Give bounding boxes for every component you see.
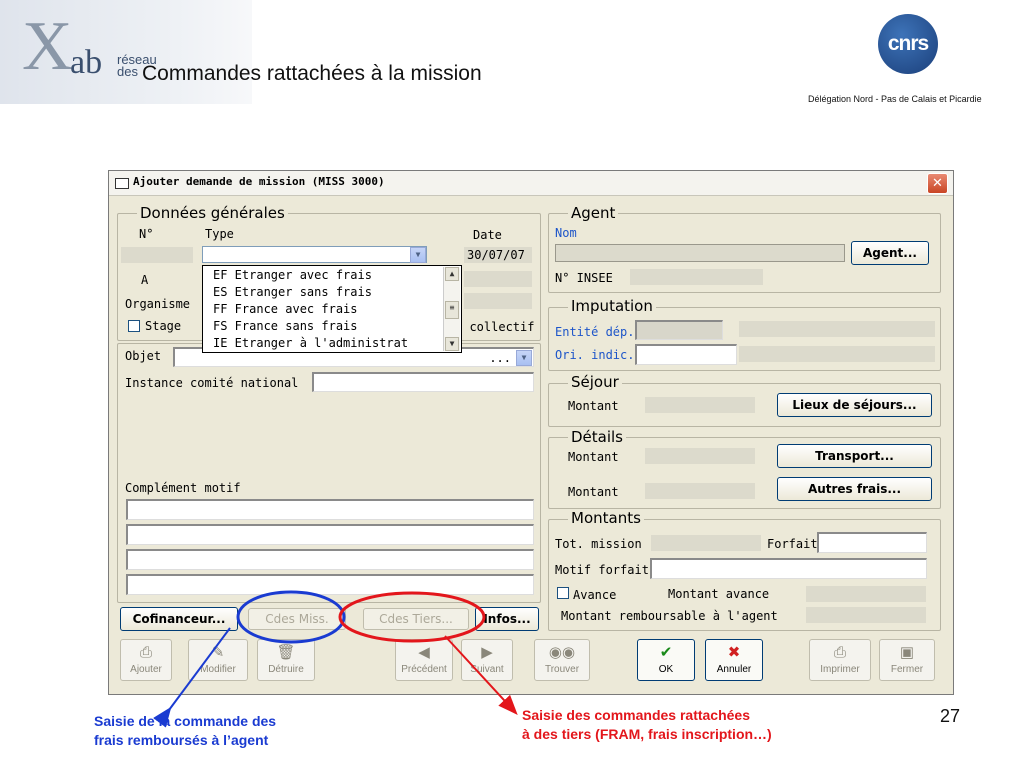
annotation-overlay — [153, 590, 518, 728]
blue-annotation-line2: frais remboursés à l’agent — [94, 732, 269, 748]
red-arrow — [444, 635, 518, 715]
red-annotation-line2: à des tiers (FRAM, frais inscription…) — [522, 726, 772, 742]
blue-annotation-line1: Saisie de la commande des — [94, 713, 277, 729]
red-annotation-line1: Saisie des commandes rattachées — [522, 707, 751, 723]
blue-annotation: Saisie de la commande des frais rembours… — [94, 712, 276, 750]
red-annotation: Saisie des commandes rattachées à des ti… — [522, 706, 772, 744]
cdes-miss-highlight — [236, 590, 346, 644]
cdes-tiers-highlight — [338, 591, 486, 643]
blue-arrow — [153, 627, 231, 728]
page-number: 27 — [940, 706, 961, 726]
